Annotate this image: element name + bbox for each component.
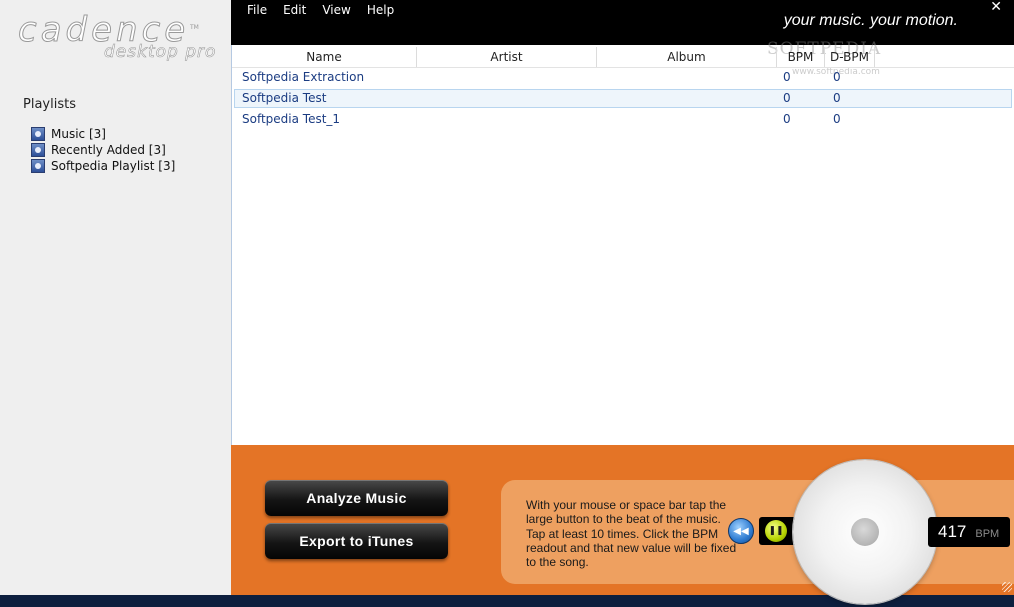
bpm-readout[interactable]: 417 BPM — [928, 517, 1010, 547]
cell-name: Softpedia Test_1 — [242, 112, 341, 126]
playlist-item-recently-added[interactable]: Recently Added [3] — [31, 142, 175, 158]
analyze-music-button[interactable]: Analyze Music — [265, 480, 448, 516]
cell-dbpm: 0 — [833, 91, 841, 105]
playlist-label: Recently Added [3] — [51, 143, 166, 157]
cadence-logo: cadence TM desktop pro — [17, 10, 218, 65]
cell-name: Softpedia Test — [242, 91, 327, 105]
tap-button-center — [851, 518, 879, 546]
menu-bar: File Edit View Help — [247, 3, 394, 17]
bpm-value: 417 — [938, 522, 967, 541]
top-bar: File Edit View Help your music. your mot… — [231, 0, 1014, 45]
column-header-dbpm[interactable]: D-BPM — [825, 47, 875, 67]
pause-control: ❚❚ — [759, 517, 797, 545]
pause-icon[interactable]: ❚❚ — [765, 520, 787, 542]
rewind-icon[interactable]: ◀◀ — [728, 518, 754, 544]
bpm-unit: BPM — [975, 528, 1000, 540]
playlist-icon — [31, 127, 45, 141]
column-header-album[interactable]: Album — [597, 47, 777, 67]
tap-button[interactable] — [793, 460, 937, 604]
logo-subtitle: desktop pro — [104, 42, 217, 63]
table-row[interactable]: Softpedia Test_1 0 0 — [234, 110, 1012, 129]
cell-bpm: 0 — [783, 91, 791, 105]
menu-view[interactable]: View — [322, 3, 350, 17]
playlist-list: Music [3] Recently Added [3] Softpedia P… — [31, 126, 175, 174]
column-header-bpm[interactable]: BPM — [777, 47, 825, 67]
table-row-selected[interactable]: Softpedia Test 0 0 — [234, 89, 1012, 108]
slogan: your music. your motion. — [783, 12, 958, 29]
cell-dbpm: 0 — [833, 112, 841, 126]
table-row[interactable]: Softpedia Extraction 0 0 — [234, 68, 1012, 87]
menu-edit[interactable]: Edit — [283, 3, 306, 17]
playlist-label: Music [3] — [51, 127, 106, 141]
export-to-itunes-button[interactable]: Export to iTunes — [265, 523, 448, 559]
track-list: SOFTPEDIA www.softpedia.com Name Artist … — [231, 39, 1014, 445]
cell-dbpm: 0 — [833, 70, 841, 84]
menu-help[interactable]: Help — [367, 3, 394, 17]
resize-grip-icon[interactable] — [1002, 582, 1012, 592]
playlist-icon — [31, 143, 45, 157]
cell-bpm: 0 — [783, 70, 791, 84]
menu-file[interactable]: File — [247, 3, 267, 17]
column-header-artist[interactable]: Artist — [417, 47, 597, 67]
sidebar: cadence TM desktop pro Playlists Music [… — [0, 0, 232, 595]
playlist-item-softpedia-playlist[interactable]: Softpedia Playlist [3] — [31, 158, 175, 174]
column-header-name[interactable]: Name — [232, 47, 417, 67]
logo-trademark: TM — [190, 24, 199, 31]
cell-bpm: 0 — [783, 112, 791, 126]
tap-instructions: With your mouse or space bar tap the lar… — [526, 498, 737, 570]
playlist-icon — [31, 159, 45, 173]
playlists-heading: Playlists — [23, 97, 76, 112]
cell-name: Softpedia Extraction — [242, 70, 365, 84]
close-icon[interactable]: ✕ — [990, 0, 1002, 15]
bottom-panel: Analyze Music Export to iTunes With your… — [231, 445, 1014, 604]
playlist-item-music[interactable]: Music [3] — [31, 126, 175, 142]
playlist-label: Softpedia Playlist [3] — [51, 159, 176, 173]
